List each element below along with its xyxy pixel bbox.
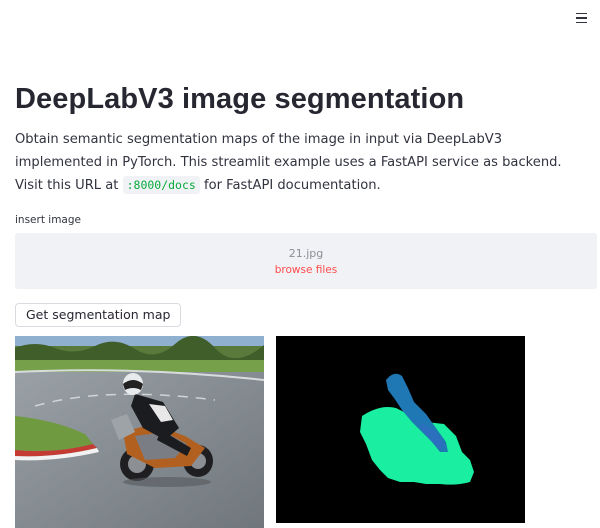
image-results <box>15 336 525 528</box>
output-segmentation-map <box>276 336 525 523</box>
docs-url-code: :8000/docs <box>122 176 200 194</box>
motorcycle-photo-icon <box>15 336 264 528</box>
page-title: DeepLabV3 image segmentation <box>15 83 465 115</box>
app: DeepLabV3 image segmentation Obtain sema… <box>0 0 600 528</box>
browse-files-link[interactable]: browse files <box>275 264 338 276</box>
main-content: DeepLabV3 image segmentation Obtain sema… <box>15 80 597 327</box>
segmentation-map-icon <box>276 336 525 523</box>
hamburger-menu-icon[interactable] <box>574 10 590 26</box>
get-segmentation-map-button[interactable]: Get segmentation map <box>15 303 182 327</box>
upload-label: insert image <box>15 214 81 226</box>
description: Obtain semantic segmentation maps of the… <box>15 128 575 197</box>
description-text-end: for FastAPI documentation. <box>204 178 381 193</box>
uploaded-filename: 21.jpg <box>288 246 324 260</box>
input-image <box>15 336 264 528</box>
file-dropzone[interactable]: 21.jpg browse files <box>15 233 597 289</box>
